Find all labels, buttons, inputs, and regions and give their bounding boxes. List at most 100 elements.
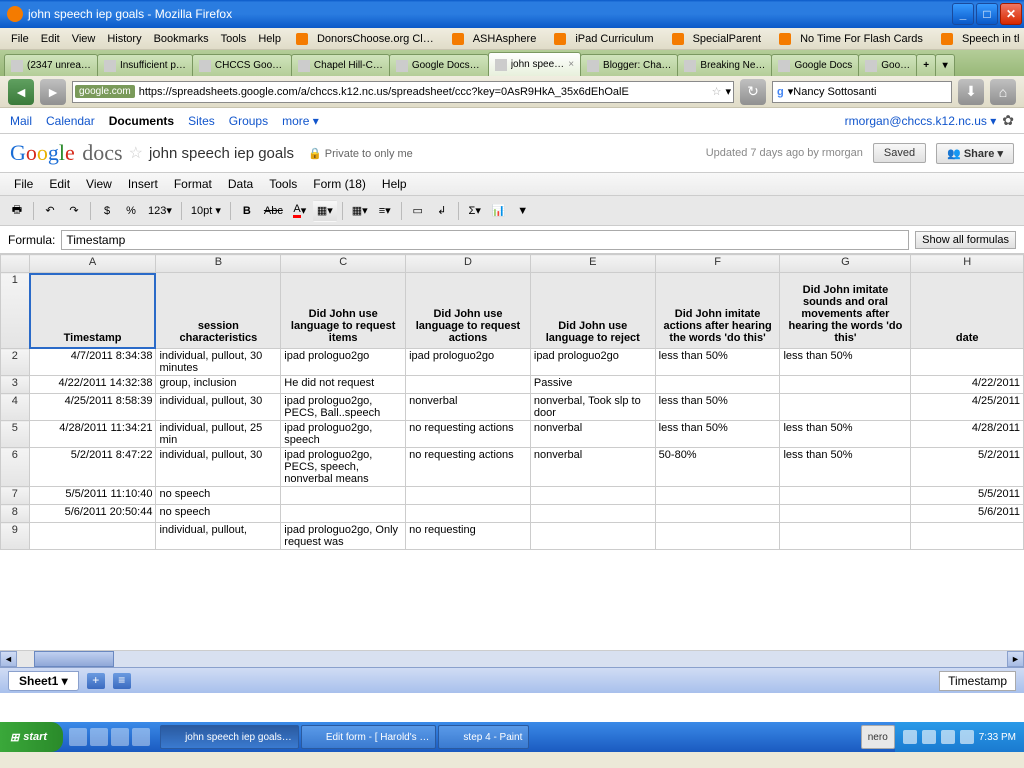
back-button[interactable]: ◄ [8,79,34,105]
row-header[interactable]: 4 [1,394,30,421]
cell[interactable]: no requesting actions [406,448,531,487]
cell[interactable]: group, inclusion [156,376,281,394]
cell[interactable]: 4/22/2011 14:32:38 [29,376,156,394]
cell[interactable]: less than 50% [655,421,780,448]
cell[interactable] [780,505,911,523]
cell[interactable]: 4/22/2011 [911,376,1024,394]
cell[interactable]: 4/28/2011 [911,421,1024,448]
browser-tab[interactable]: (2347 unrea… [4,54,98,76]
cell[interactable] [281,505,406,523]
cell[interactable]: less than 50% [780,448,911,487]
quick-launch-item[interactable] [69,728,87,746]
cell[interactable] [29,523,156,550]
spreadsheet-grid[interactable]: ABCDEFGH1Timestampsession characteristic… [0,254,1024,650]
cell[interactable] [655,487,780,505]
header-cell[interactable]: Did John use language to request actions [406,273,531,349]
tray-icon[interactable] [922,730,936,744]
menu-edit[interactable]: Edit [35,31,66,47]
close-button[interactable]: ✕ [1000,3,1022,25]
print-button[interactable]: 🖶 [6,200,28,222]
cell[interactable] [780,376,911,394]
format-currency-button[interactable]: $ [96,200,118,222]
cell[interactable] [655,376,780,394]
cell[interactable]: no requesting [406,523,531,550]
row-header[interactable]: 7 [1,487,30,505]
cell[interactable]: ipad prologuo2go, Only request was [281,523,406,550]
align-button[interactable]: ≡▾ [374,200,396,222]
cell[interactable]: 4/25/2011 [911,394,1024,421]
gnav-item[interactable]: Groups [229,114,268,128]
filter-button[interactable]: ▼ [512,200,534,222]
cell[interactable]: less than 50% [780,421,911,448]
tray-icon[interactable] [903,730,917,744]
cell[interactable]: nonverbal, Took slp to door [530,394,655,421]
cell[interactable]: ipad prologuo2go, speech [281,421,406,448]
font-size-select[interactable]: 10pt ▾ [187,200,225,222]
docs-menu-item[interactable]: Data [220,174,261,194]
cell[interactable]: 5/5/2011 11:10:40 [29,487,156,505]
row-header[interactable]: 6 [1,448,30,487]
address-bar[interactable]: google.com https://spreadsheets.google.c… [72,81,734,103]
menu-tools[interactable]: Tools [215,31,253,47]
bookmark-item[interactable]: SpecialParent [668,30,772,48]
cell[interactable]: individual, pullout, 30 minutes [156,349,281,376]
browser-tab[interactable]: john spee…× [488,52,581,76]
cell[interactable]: He did not request [281,376,406,394]
taskbar-item[interactable]: Edit form - [ Harold's … [301,725,437,749]
search-box[interactable]: g▾ Nancy Sottosanti [772,81,952,103]
cell[interactable] [780,523,911,550]
corner-cell[interactable] [1,255,30,273]
row-header[interactable]: 8 [1,505,30,523]
cell[interactable]: ipad prologuo2go, PECS, Ball..speech [281,394,406,421]
column-header[interactable]: D [406,255,531,273]
tray-icon[interactable] [941,730,955,744]
scroll-right-button[interactable]: ► [1007,651,1024,667]
cell[interactable]: ipad prologuo2go [530,349,655,376]
taskbar-item[interactable]: john speech iep goals… [160,725,299,749]
cell[interactable]: no speech [156,505,281,523]
cell[interactable]: nonverbal [530,448,655,487]
cell[interactable]: individual, pullout, [156,523,281,550]
row-header[interactable]: 5 [1,421,30,448]
saved-button[interactable]: Saved [873,143,926,163]
cell[interactable] [406,376,531,394]
cell[interactable]: 5/2/2011 8:47:22 [29,448,156,487]
quick-launch-item[interactable] [132,728,150,746]
docs-menu-item[interactable]: Insert [120,174,166,194]
cell[interactable]: 5/2/2011 [911,448,1024,487]
gnav-item[interactable]: Calendar [46,114,95,128]
cell[interactable]: individual, pullout, 25 min [156,421,281,448]
cell[interactable] [406,505,531,523]
docs-menu-item[interactable]: File [6,174,41,194]
browser-tab[interactable]: Goo… [858,54,917,76]
cell[interactable]: 50-80% [655,448,780,487]
column-header[interactable]: A [29,255,156,273]
header-cell[interactable]: Did John imitate sounds and oral movemen… [780,273,911,349]
cell[interactable]: 4/25/2011 8:58:39 [29,394,156,421]
header-cell[interactable]: Did John imitate actions after hearing t… [655,273,780,349]
text-color-button[interactable]: A▾ [289,200,311,222]
cell[interactable] [406,487,531,505]
menu-bookmarks[interactable]: Bookmarks [148,31,215,47]
menu-file[interactable]: File [5,31,35,47]
cell[interactable]: no speech [156,487,281,505]
header-cell[interactable]: Did John use language to reject [530,273,655,349]
home-button[interactable]: ⌂ [990,79,1016,105]
cell[interactable]: 5/5/2011 [911,487,1024,505]
site-identity-chip[interactable]: google.com [75,85,135,98]
browser-tab[interactable]: Chapel Hill-C… [291,54,390,76]
bold-button[interactable]: B [236,200,258,222]
cell[interactable]: ipad prologuo2go, PECS, speech, nonverba… [281,448,406,487]
menu-help[interactable]: Help [252,31,287,47]
system-tray[interactable]: 7:33 PM [895,722,1024,752]
row-header[interactable]: 1 [1,273,30,349]
star-icon[interactable]: ☆ [129,143,143,163]
bookmark-item[interactable]: DonorsChoose.org Cl… [292,30,444,48]
scroll-left-button[interactable]: ◄ [0,651,17,667]
cell[interactable]: less than 50% [655,394,780,421]
undo-button[interactable]: ↶ [39,200,61,222]
cell[interactable]: no requesting actions [406,421,531,448]
cell[interactable] [530,505,655,523]
sheet-tab[interactable]: Sheet1 ▾ [8,671,79,691]
header-cell[interactable]: Timestamp [29,273,156,349]
